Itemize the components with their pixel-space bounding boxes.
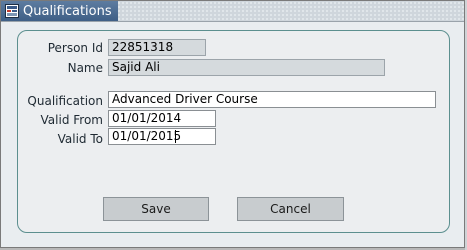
valid-from-label: Valid From (40, 113, 103, 127)
window-title: Qualifications (23, 3, 112, 19)
save-button[interactable]: Save (103, 197, 209, 221)
qualification-field[interactable]: Advanced Driver Course (108, 91, 436, 108)
person-id-label: Person Id (47, 41, 103, 55)
name-field: Sajid Ali (108, 59, 385, 76)
title-tab: Qualifications (1, 1, 118, 21)
name-label: Name (67, 61, 103, 75)
form-window-icon (5, 4, 19, 18)
valid-to-label: Valid To (57, 132, 103, 146)
person-id-field: 22851318 (108, 39, 206, 56)
valid-to-field[interactable]: 01/01/2015 (108, 128, 216, 145)
text-cursor (175, 130, 176, 143)
title-bar[interactable]: Qualifications (1, 1, 464, 22)
qualifications-window: Qualifications Person Id 22851318 Name S… (0, 0, 465, 248)
cancel-button[interactable]: Cancel (237, 197, 344, 221)
qualification-label: Qualification (27, 94, 103, 108)
valid-from-field[interactable]: 01/01/2014 (108, 110, 216, 127)
